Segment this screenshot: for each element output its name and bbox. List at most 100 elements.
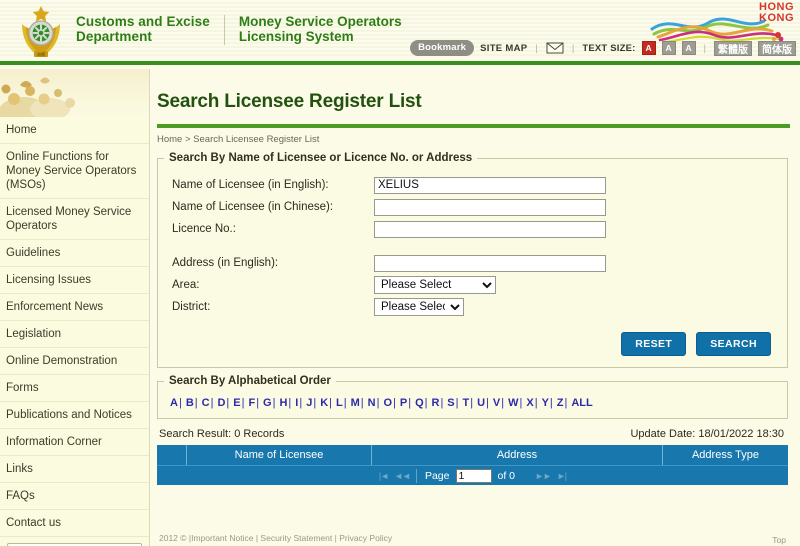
text-size-large-button[interactable]: A xyxy=(681,41,696,55)
alpha-link-x[interactable]: X xyxy=(526,397,533,409)
customs-excise-emblem-icon: 海關 xyxy=(22,6,60,58)
licence-no-input[interactable] xyxy=(374,220,606,238)
alpha-separator: | xyxy=(194,397,198,409)
sidebar-item-online-demonstration[interactable]: Online Demonstration xyxy=(0,348,149,375)
sidebar-item-publications-notices[interactable]: Publications and Notices xyxy=(0,402,149,429)
sidebar-item-guidelines[interactable]: Guidelines xyxy=(0,240,149,267)
alpha-separator: | xyxy=(329,397,332,409)
site-header: 海關 Customs and Excise Department Money S… xyxy=(0,0,800,65)
alpha-link-all[interactable]: ALL xyxy=(571,397,592,409)
alpha-link-o[interactable]: O xyxy=(383,397,392,409)
alpha-link-l[interactable]: L xyxy=(336,397,343,409)
sidebar-item-contact-us[interactable]: Contact us xyxy=(0,510,149,537)
alpha-link-q[interactable]: Q xyxy=(415,397,424,409)
alpha-link-b[interactable]: B xyxy=(186,397,194,409)
sidebar-item-enforcement-news[interactable]: Enforcement News xyxy=(0,294,149,321)
search-form-legend: Search By Name of Licensee or Licence No… xyxy=(169,152,473,164)
form-row-area: Area: Please Select xyxy=(158,274,787,296)
form-row-licence-no: Licence No.: xyxy=(158,218,787,240)
alpha-link-z[interactable]: Z xyxy=(557,397,564,409)
form-action-buttons: RESET SEARCH xyxy=(158,318,787,356)
area-select[interactable]: Please Select xyxy=(374,276,496,294)
next-page-icon[interactable]: ►► xyxy=(535,471,552,481)
sidebar-item-information-corner[interactable]: Information Corner xyxy=(0,429,149,456)
district-select[interactable]: Please Select xyxy=(374,298,464,316)
envelope-icon[interactable] xyxy=(546,42,564,54)
alpha-separator: | xyxy=(455,397,459,409)
result-count-text: Search Result: 0 Records xyxy=(159,428,285,440)
bookmark-button[interactable]: Bookmark xyxy=(410,40,475,56)
alpha-separator: | xyxy=(178,397,182,409)
results-table: Name of Licensee Address Address Type |◄… xyxy=(157,445,788,485)
alpha-link-m[interactable]: M xyxy=(351,397,360,409)
text-size-medium-button[interactable]: A xyxy=(661,41,676,55)
alpha-link-u[interactable]: U xyxy=(477,397,485,409)
results-pagination: |◄ ◄◄ Page of 0 ►► ►| xyxy=(157,465,788,485)
alpha-separator: | xyxy=(313,397,317,409)
main-content: Search Licensee Register List Home > Sea… xyxy=(151,69,800,546)
sidebar-item-faqs[interactable]: FAQs xyxy=(0,483,149,510)
results-table-header-row: Name of Licensee Address Address Type xyxy=(157,445,788,465)
alpha-separator: | xyxy=(549,397,553,409)
utility-divider-3: | xyxy=(703,42,706,54)
alpha-separator: | xyxy=(343,397,347,409)
result-summary-bar: Search Result: 0 Records Update Date: 18… xyxy=(151,419,792,445)
sidebar-item-licensing-issues[interactable]: Licensing Issues xyxy=(0,267,149,294)
column-header-spacer xyxy=(157,445,187,465)
organisation-title-line2: Department xyxy=(76,29,153,44)
alpha-link-k[interactable]: K xyxy=(320,397,328,409)
alphabetical-search-panel: Search By Alphabetical Order A| B| C| D| E| F… xyxy=(157,375,788,419)
form-row-address: Address (in English): xyxy=(158,252,787,274)
search-form-panel: Search By Name of Licensee or Licence No… xyxy=(157,152,788,368)
alpha-link-n[interactable]: N xyxy=(368,397,376,409)
form-row-name-chinese: Name of Licensee (in Chinese): xyxy=(158,196,787,218)
sidebar-item-legislation[interactable]: Legislation xyxy=(0,321,149,348)
language-traditional-chinese-button[interactable]: 繁體版 xyxy=(714,40,752,56)
breadcrumb: Home > Search Licensee Register List xyxy=(157,134,320,145)
system-title: Money Service Operators Licensing System xyxy=(239,14,402,44)
search-button[interactable]: SEARCH xyxy=(696,332,771,356)
page-label: Page xyxy=(424,469,450,482)
sidebar-decorative-graphic xyxy=(0,69,149,117)
form-row-name-english: Name of Licensee (in English): xyxy=(158,174,787,196)
alpha-link-a[interactable]: A xyxy=(170,397,178,409)
alpha-link-s[interactable]: S xyxy=(447,397,454,409)
last-page-icon[interactable]: ►| xyxy=(557,471,567,481)
address-input[interactable] xyxy=(374,254,606,272)
column-header-address: Address xyxy=(372,445,663,465)
sidebar-item-links[interactable]: Links xyxy=(0,456,149,483)
first-page-icon[interactable]: |◄ xyxy=(379,471,389,481)
name-english-label: Name of Licensee (in English): xyxy=(172,179,329,191)
sidebar-item-licensed-mso[interactable]: Licensed Money Service Operators xyxy=(0,199,149,240)
text-size-label: TEXT SIZE: xyxy=(582,42,636,54)
alpha-link-y[interactable]: Y xyxy=(542,397,549,409)
back-to-top-link[interactable]: Top xyxy=(772,535,786,545)
utility-divider-2: | xyxy=(571,42,575,54)
page-number-input[interactable] xyxy=(455,468,492,483)
text-size-small-button[interactable]: A xyxy=(641,41,656,55)
sidebar-item-home[interactable]: Home xyxy=(0,117,149,144)
alpha-link-c[interactable]: C xyxy=(202,397,210,409)
alpha-link-g[interactable]: G xyxy=(263,397,272,409)
organisation-title-line1: Customs and Excise xyxy=(76,14,210,29)
name-chinese-input[interactable] xyxy=(374,198,606,216)
name-english-input[interactable] xyxy=(374,176,606,194)
licence-no-label: Licence No.: xyxy=(172,223,236,235)
search-form-body: Name of Licensee (in English): Name of L… xyxy=(158,164,787,367)
alpha-separator: | xyxy=(486,397,489,409)
prev-page-icon[interactable]: ◄◄ xyxy=(394,471,411,481)
system-title-line1: Money Service Operators xyxy=(238,14,402,29)
footer-link-privacy-policy[interactable]: Privacy Policy xyxy=(337,533,392,543)
alpha-separator: | xyxy=(408,397,412,409)
reset-button[interactable]: RESET xyxy=(621,332,687,356)
sidebar-item-online-functions[interactable]: Online Functions for Money Service Opera… xyxy=(0,144,149,199)
svg-text:海關: 海關 xyxy=(37,51,45,58)
alpha-link-e[interactable]: E xyxy=(233,397,240,409)
language-simplified-chinese-button[interactable]: 简体版 xyxy=(758,40,796,56)
alpha-link-w[interactable]: W xyxy=(508,397,518,409)
footer-link-security-statement[interactable]: Security Statement xyxy=(258,533,335,543)
footer-link-important-notice[interactable]: Important Notice xyxy=(191,533,256,543)
site-map-link[interactable]: SITE MAP xyxy=(480,43,527,54)
sidebar-item-forms[interactable]: Forms xyxy=(0,375,149,402)
alpha-separator: | xyxy=(393,397,396,409)
